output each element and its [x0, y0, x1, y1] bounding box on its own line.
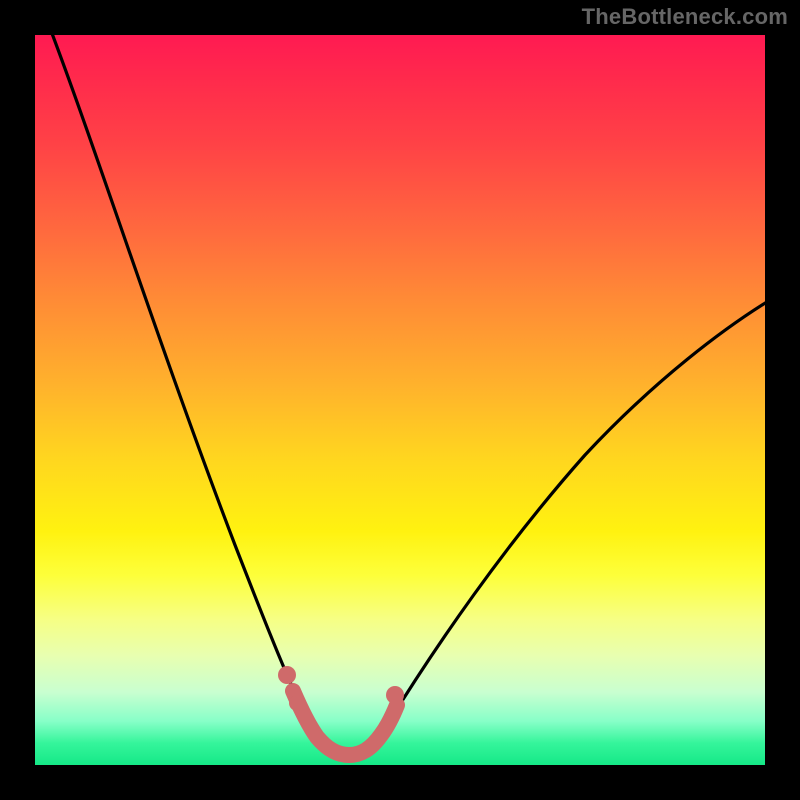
- bottleneck-curve: [45, 35, 765, 753]
- curve-layer: [35, 35, 765, 765]
- watermark-text: TheBottleneck.com: [582, 4, 788, 30]
- chart-stage: TheBottleneck.com: [0, 0, 800, 800]
- trough-dot-left-upper: [278, 666, 296, 684]
- plot-area: [35, 35, 765, 765]
- trough-dot-right: [386, 686, 404, 704]
- trough-dot-left-lower: [289, 695, 305, 711]
- trough-overlay: [293, 691, 397, 755]
